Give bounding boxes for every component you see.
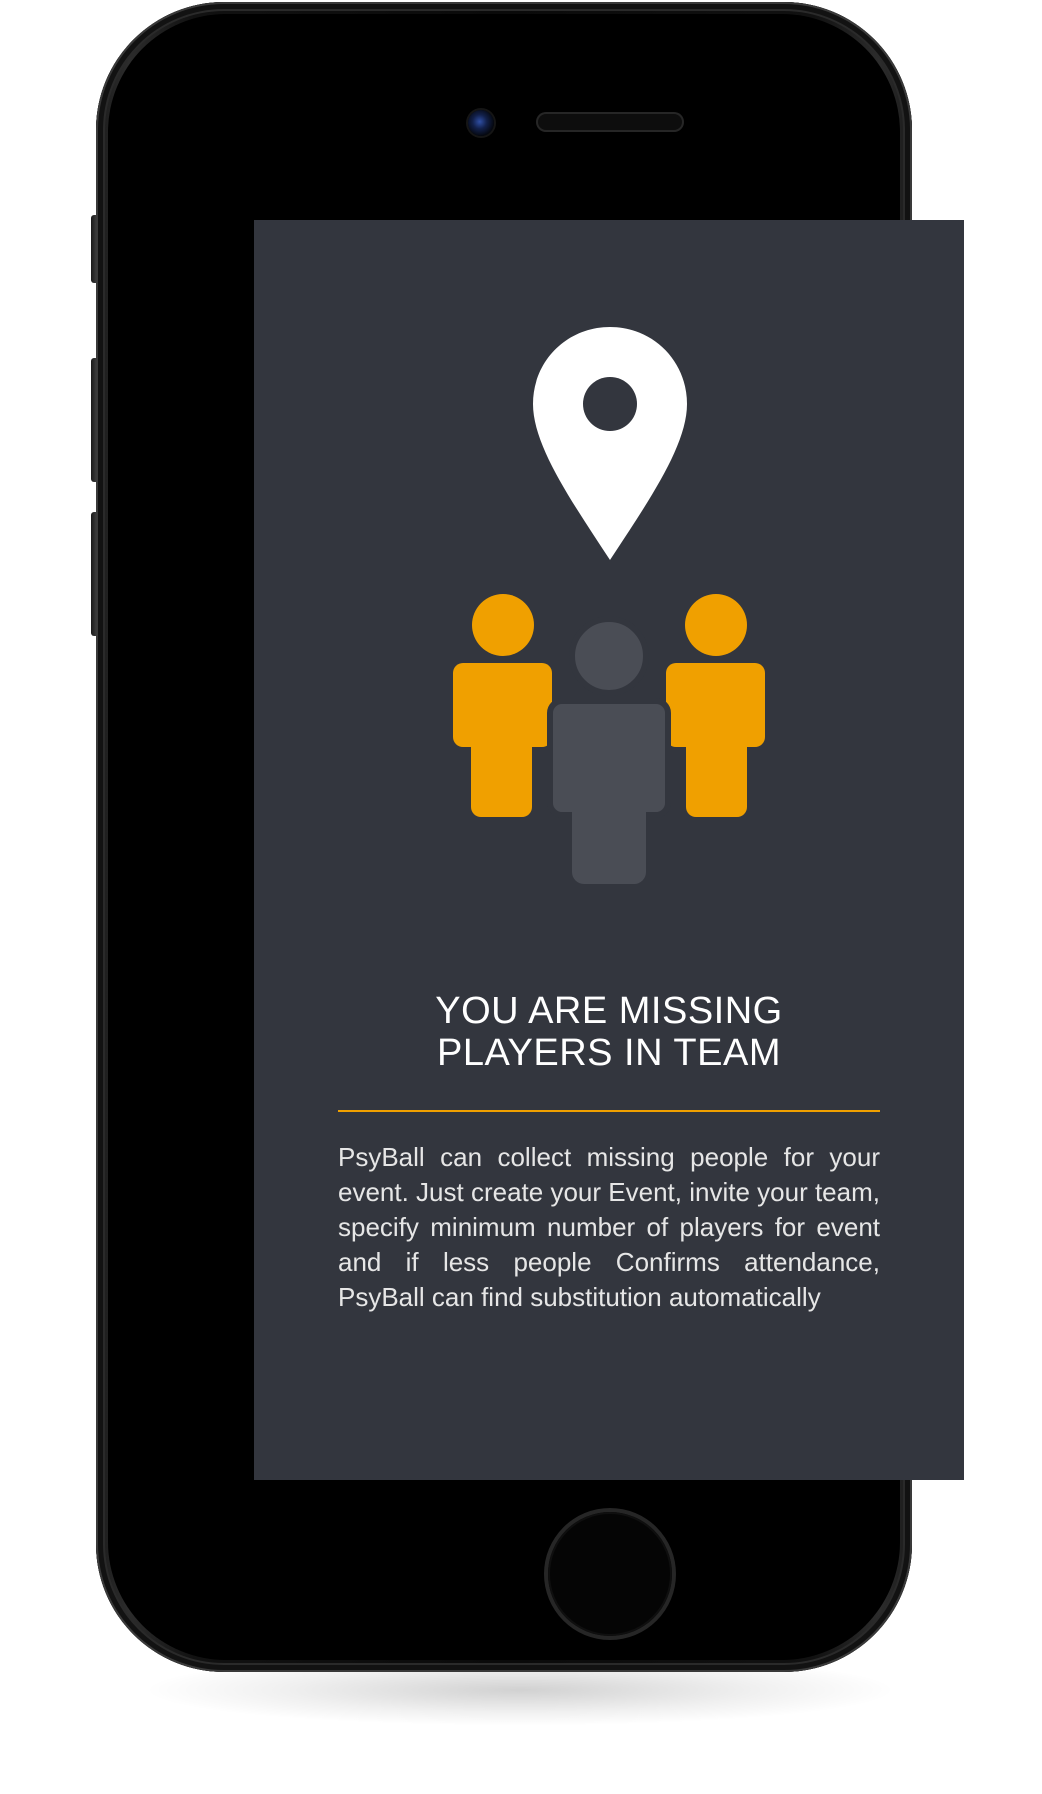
front-camera <box>468 110 494 136</box>
device-mockup: YOU ARE MISSING PLAYERS IN TEAM PsyBall … <box>0 0 1042 1794</box>
team-players-icon <box>453 594 765 884</box>
phone-face: YOU ARE MISSING PLAYERS IN TEAM PsyBall … <box>108 14 964 1660</box>
left-player-icon <box>453 594 552 817</box>
right-player-icon <box>666 594 765 817</box>
title-line-1: YOU ARE MISSING <box>435 990 783 1032</box>
title-divider <box>338 1110 880 1112</box>
missing-player-icon <box>547 616 671 884</box>
location-pin-icon <box>533 327 687 560</box>
onboarding-screen: YOU ARE MISSING PLAYERS IN TEAM PsyBall … <box>254 220 964 1480</box>
screen-title: YOU ARE MISSING PLAYERS IN TEAM <box>314 990 904 1074</box>
earpiece-speaker <box>536 112 684 132</box>
phone-frame: YOU ARE MISSING PLAYERS IN TEAM PsyBall … <box>96 2 964 1672</box>
title-line-2: PLAYERS IN TEAM <box>437 1032 781 1074</box>
feature-description: PsyBall can collect missing people for y… <box>338 1142 880 1312</box>
missing-players-illustration <box>453 327 765 884</box>
home-button[interactable] <box>548 1512 672 1636</box>
